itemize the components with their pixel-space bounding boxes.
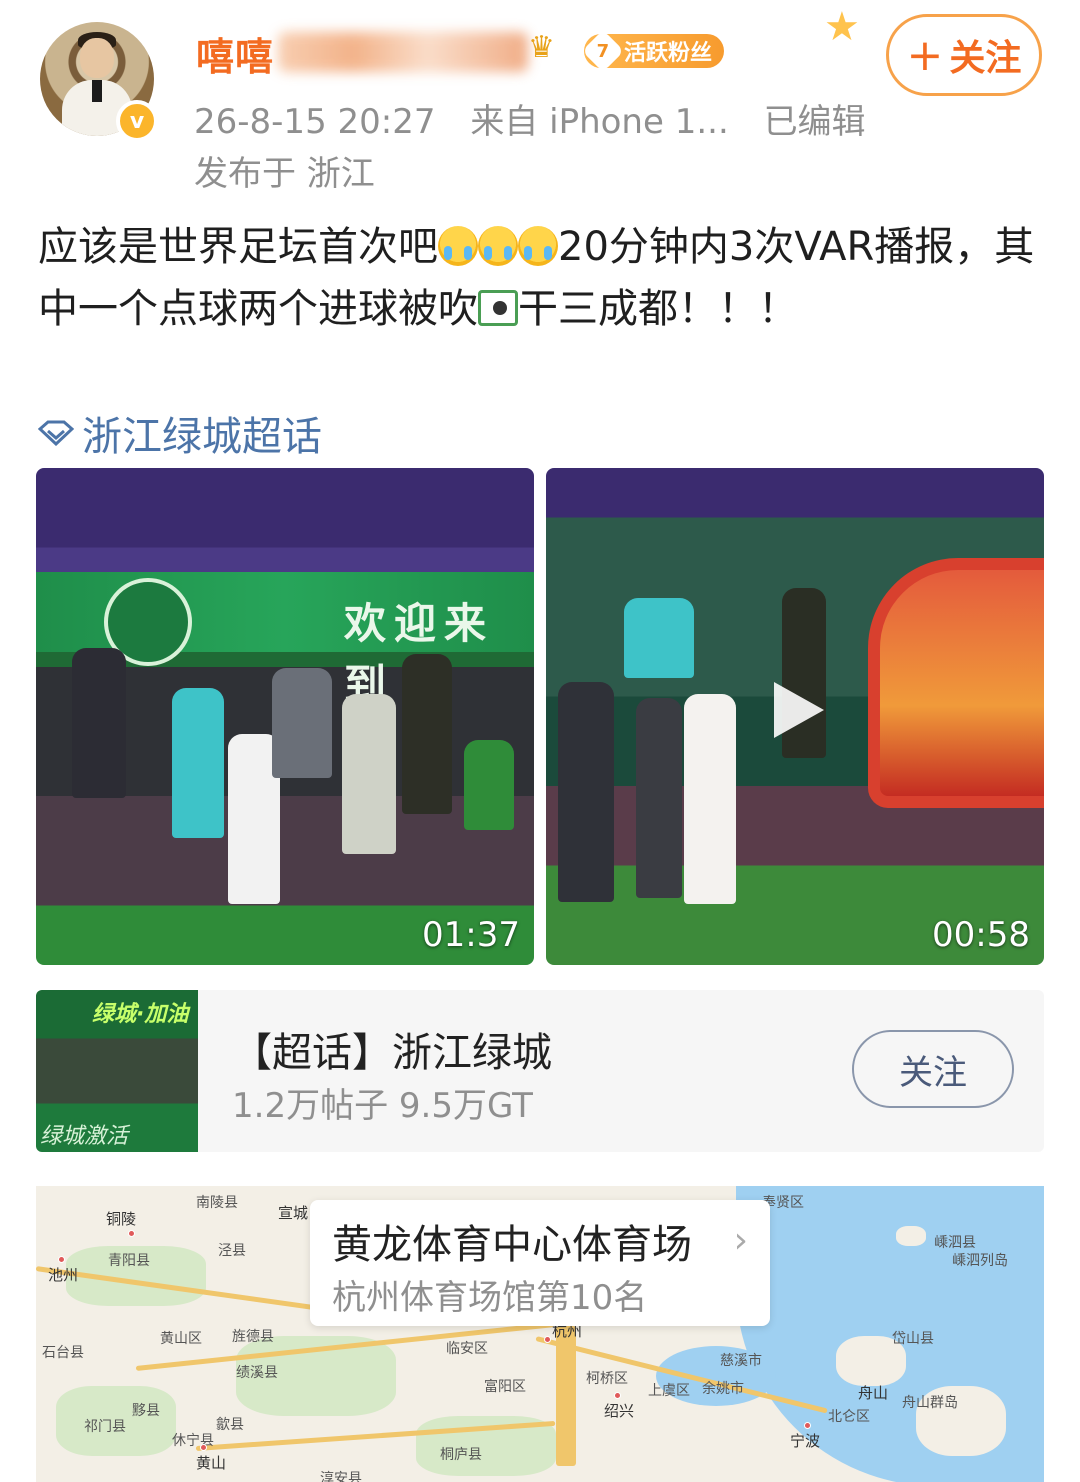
supertopic-label: 浙江绿城超话 xyxy=(82,414,322,460)
crying-emoji-icon xyxy=(478,226,518,266)
map-label: 宁波 xyxy=(790,1432,821,1450)
map-label: 淳安县 xyxy=(320,1471,362,1482)
map-label: 石台县 xyxy=(42,1345,84,1361)
security-figure xyxy=(402,654,452,814)
verified-badge-icon: v xyxy=(116,100,158,142)
post-source: 来自 iPhone 1... xyxy=(470,102,729,142)
map-city-dot xyxy=(804,1422,811,1429)
person-figure xyxy=(342,694,396,854)
crown-icon: ♛ xyxy=(528,30,555,65)
fan-badge-label: 活跃粉丝 xyxy=(624,41,713,66)
supertopic-card[interactable]: 绿城·加油 绿城激活 Green5 【超话】浙江绿城 1.2万帖子 9.5万GT… xyxy=(36,990,1044,1152)
play-icon[interactable] xyxy=(774,682,824,738)
video-thumbnail[interactable]: 00:58 xyxy=(546,468,1044,965)
map-label: 临安区 xyxy=(446,1341,488,1357)
crying-emoji-icon xyxy=(438,226,478,266)
post-location: 发布于 浙江 xyxy=(194,154,375,194)
map-label: 旌德县 xyxy=(232,1329,274,1345)
post-meta: 26-8-15 20:27 来自 iPhone 1... 已编辑 xyxy=(194,94,890,143)
supertopic-follow-button[interactable]: 关注 xyxy=(852,1030,1014,1108)
username-redacted xyxy=(278,32,528,72)
map-city-dot xyxy=(614,1392,621,1399)
camera-figure xyxy=(272,668,332,778)
goal-emoji-icon xyxy=(478,290,518,326)
map-label: 池州 xyxy=(48,1266,79,1284)
thumb-text: 绿城激活 Green5 xyxy=(40,1124,129,1152)
map-label: 铜陵 xyxy=(106,1210,137,1228)
road xyxy=(556,1326,576,1466)
location-card[interactable]: 黄龙体育中心体育场 › 杭州体育场馆第10名 xyxy=(310,1200,770,1326)
dugout-shape xyxy=(868,558,1044,808)
map-label: 祁门县 xyxy=(84,1419,126,1435)
avatar-tie xyxy=(92,80,102,102)
map-label: 黄山 xyxy=(196,1454,227,1472)
map-city-dot xyxy=(128,1230,135,1237)
map-label: 宣城 xyxy=(278,1204,309,1222)
location-map[interactable]: 铜陵 南陵县 宣城 青阳县 池州 泾县 旌德县 黄山区 绩溪县 石台县 黟县 祁… xyxy=(36,1186,1044,1482)
video-duration: 01:37 xyxy=(422,915,520,955)
map-city-dot xyxy=(200,1444,207,1451)
post-timestamp: 26-8-15 20:27 xyxy=(194,102,436,142)
map-label: 绩溪县 xyxy=(236,1365,278,1381)
video-duration: 00:58 xyxy=(932,915,1030,955)
map-label: 嵊泗列岛 xyxy=(952,1253,1008,1269)
follow-button[interactable]: + 关注 xyxy=(886,14,1042,96)
star-decoration-icon: ★ xyxy=(824,4,860,50)
location-subtitle: 杭州体育场馆第10名 xyxy=(332,1278,648,1318)
username[interactable]: 嘻嘻 xyxy=(196,26,274,81)
referee-figure xyxy=(172,688,224,838)
fan-level-icon: 7 xyxy=(581,29,625,73)
fan-badge[interactable]: 7 活跃粉丝 xyxy=(581,29,725,73)
map-label: 泾县 xyxy=(218,1243,246,1259)
staff-figure xyxy=(558,682,614,902)
map-label: 休宁县 xyxy=(172,1433,214,1449)
map-label: 余姚市 xyxy=(702,1381,744,1397)
location-title: 黄龙体育中心体育场 xyxy=(332,1222,692,1268)
map-label: 南陵县 xyxy=(196,1195,238,1211)
referee-figure xyxy=(624,598,694,678)
map-label: 慈溪市 xyxy=(720,1353,762,1369)
map-label: 青阳县 xyxy=(108,1253,150,1269)
map-label: 绍兴 xyxy=(604,1402,635,1420)
map-label: 桐庐县 xyxy=(440,1447,482,1463)
crying-emoji-icon xyxy=(518,226,558,266)
post-edited[interactable]: 已编辑 xyxy=(764,102,866,142)
video-thumbnail[interactable]: 欢迎来到 01:37 xyxy=(36,468,534,965)
follow-button-label: 关注 xyxy=(949,38,1022,79)
map-label: 柯桥区 xyxy=(586,1371,628,1387)
map-label: 富阳区 xyxy=(484,1379,526,1395)
map-label: 舟山群岛 xyxy=(902,1395,958,1411)
plus-icon: + xyxy=(906,29,944,81)
map-city-dot xyxy=(544,1336,551,1343)
bin-figure xyxy=(464,740,514,830)
map-label: 歙县 xyxy=(216,1417,244,1433)
map-city-dot xyxy=(58,1256,65,1263)
post-text: 应该是世界足坛首次吧 20分钟内3次VAR播报，其中一个点球两个进球被吹 干三成都！… xyxy=(38,216,1038,340)
supertopic-link[interactable]: 浙江绿城超话 xyxy=(38,404,322,462)
diamond-icon xyxy=(38,420,74,446)
staff-figure xyxy=(636,698,682,898)
map-label: 黄山区 xyxy=(160,1331,202,1347)
supertopic-thumbnail: 绿城·加油 绿城激活 Green5 xyxy=(36,990,198,1152)
map-label: 北仑区 xyxy=(828,1409,870,1425)
map-label: 黟县 xyxy=(132,1403,160,1419)
island-shape xyxy=(896,1226,926,1246)
map-label: 岱山县 xyxy=(892,1331,934,1347)
chevron-right-icon: › xyxy=(733,1220,748,1261)
player-figure xyxy=(684,694,736,904)
thumb-text: 绿城·加油 xyxy=(92,1002,189,1027)
supertopic-card-stats: 1.2万帖子 9.5万GT xyxy=(232,1086,533,1126)
supertopic-card-title: 【超话】浙江绿城 xyxy=(232,1030,552,1076)
map-label: 上虞区 xyxy=(648,1383,690,1399)
map-label: 嵊泗县 xyxy=(934,1235,976,1251)
avatar-face xyxy=(80,38,114,78)
map-label: 舟山 xyxy=(858,1384,889,1402)
post-text-part1: 应该是世界足坛首次吧 xyxy=(38,224,438,270)
post-text-part3: 干三成都！！！ xyxy=(518,286,798,332)
person-figure xyxy=(72,648,126,798)
